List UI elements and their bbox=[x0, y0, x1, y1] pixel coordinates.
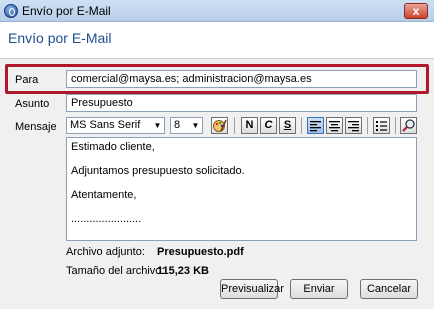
search-button[interactable] bbox=[400, 117, 417, 134]
message-line: Adjuntamos presupuesto solicitado. bbox=[71, 165, 245, 177]
message-line: ....................... bbox=[71, 213, 142, 225]
mensaje-label: Mensaje bbox=[15, 121, 57, 133]
title-bar: Envío por E-Mail x bbox=[0, 0, 434, 22]
align-center-icon bbox=[329, 121, 340, 132]
underline-button[interactable]: S bbox=[279, 117, 296, 134]
chevron-down-icon: ▼ bbox=[191, 121, 200, 130]
message-line: Atentamente, bbox=[71, 189, 137, 201]
font-family-select[interactable]: MS Sans Serif ▼ bbox=[66, 117, 165, 134]
preview-button[interactable]: Previsualizar bbox=[220, 279, 284, 299]
dialog-heading: Envío por E-Mail bbox=[8, 30, 112, 46]
bold-button[interactable]: N bbox=[241, 117, 258, 134]
file-size-value: 115,23 KB bbox=[157, 265, 209, 277]
align-right-button[interactable] bbox=[345, 117, 362, 134]
message-line: Estimado cliente, bbox=[71, 141, 155, 153]
font-size-select[interactable]: 8 ▼ bbox=[170, 117, 203, 134]
window-title: Envío por E-Mail bbox=[22, 4, 111, 18]
app-icon bbox=[4, 4, 18, 18]
align-right-icon bbox=[348, 121, 359, 132]
toolbar-divider bbox=[367, 117, 368, 134]
bullet-list-button[interactable] bbox=[373, 117, 390, 134]
asunto-input[interactable]: Presupuesto bbox=[66, 94, 417, 112]
toolbar-divider bbox=[301, 117, 302, 134]
send-button[interactable]: Enviar bbox=[290, 279, 348, 299]
attachment-filename: Presupuesto.pdf bbox=[157, 246, 244, 258]
chevron-down-icon: ▼ bbox=[153, 121, 162, 130]
attachment-label: Archivo adjunto: bbox=[66, 246, 145, 258]
para-input[interactable]: comercial@maysa.es; administracion@maysa… bbox=[66, 70, 417, 88]
cancel-button[interactable]: Cancelar bbox=[360, 279, 418, 299]
bullet-list-icon bbox=[376, 121, 387, 131]
align-left-button[interactable] bbox=[307, 117, 324, 134]
toolbar-divider bbox=[234, 117, 235, 134]
italic-button[interactable]: C bbox=[260, 117, 277, 134]
asunto-label: Asunto bbox=[15, 98, 50, 110]
align-center-button[interactable] bbox=[326, 117, 343, 134]
font-size-value: 8 bbox=[174, 119, 181, 131]
align-left-icon bbox=[310, 121, 321, 132]
palette-icon bbox=[213, 119, 227, 132]
dialog-header: Envío por E-Mail bbox=[0, 22, 434, 59]
close-button[interactable]: x bbox=[404, 3, 428, 19]
message-body-editor[interactable]: Estimado cliente, Adjuntamos presupuesto… bbox=[66, 137, 417, 241]
toolbar-divider bbox=[395, 117, 396, 134]
para-label: Para bbox=[15, 74, 39, 86]
font-family-value: MS Sans Serif bbox=[70, 119, 141, 131]
magnifier-icon bbox=[402, 119, 415, 132]
text-color-button[interactable] bbox=[211, 117, 228, 134]
file-size-label: Tamaño del archivo: bbox=[66, 265, 165, 277]
